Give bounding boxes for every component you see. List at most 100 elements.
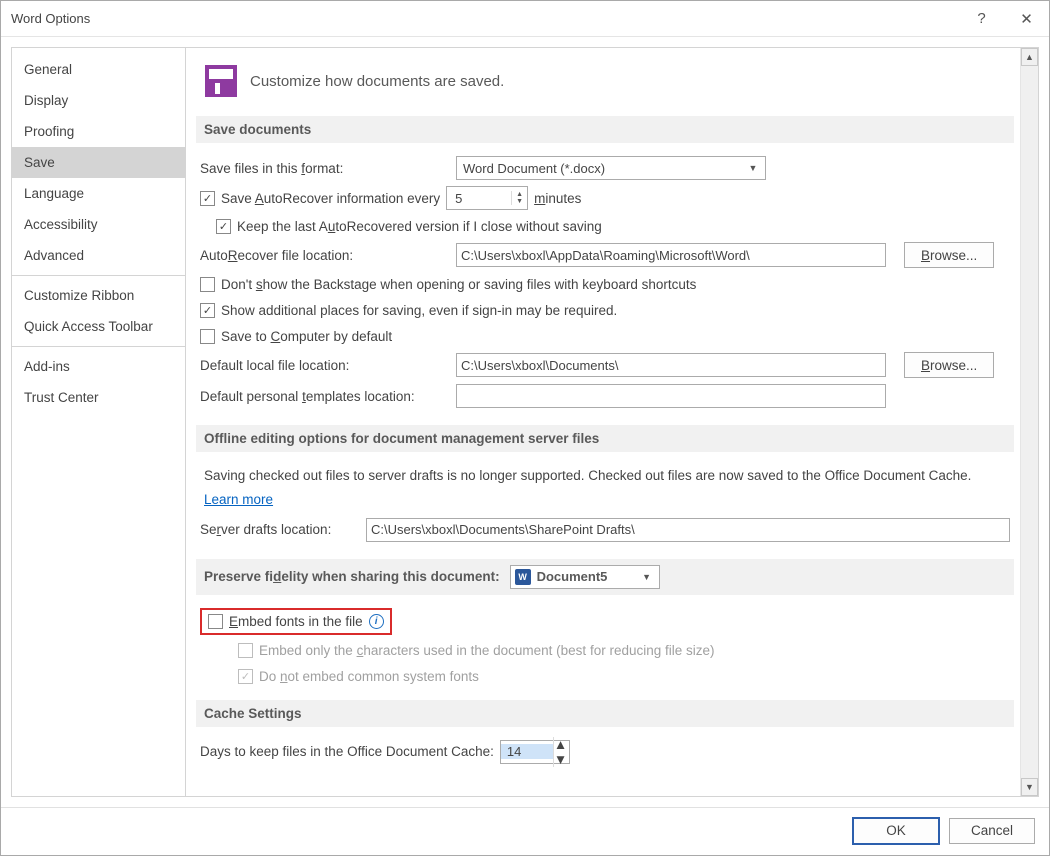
default-local-input[interactable]: C:\Users\xboxl\Documents\: [456, 353, 886, 377]
row-keep-last: ✓ Keep the last AutoRecovered version if…: [196, 213, 1014, 239]
sidebar-item-proofing[interactable]: Proofing: [12, 116, 185, 147]
spin-up-icon[interactable]: ▲: [554, 737, 569, 752]
dialog-body: General Display Proofing Save Language A…: [1, 37, 1049, 807]
chevron-down-icon: ▼: [745, 163, 761, 173]
default-personal-input[interactable]: [456, 384, 886, 408]
sidebar-item-accessibility[interactable]: Accessibility: [12, 209, 185, 240]
preserve-fidelity-label: Preserve fidelity when sharing this docu…: [204, 569, 500, 584]
keep-last-label: Keep the last AutoRecovered version if I…: [237, 219, 602, 234]
preserve-document-dropdown[interactable]: W Document5 ▼: [510, 565, 660, 589]
row-embed-only-chars: Embed only the characters used in the do…: [196, 638, 1014, 664]
offline-editing-text: Saving checked out files to server draft…: [196, 462, 1014, 490]
scroll-area: Customize how documents are saved. Save …: [186, 48, 1020, 796]
row-default-local: Default local file location: C:\Users\xb…: [196, 349, 1014, 381]
sidebar-item-add-ins[interactable]: Add-ins: [12, 351, 185, 382]
help-icon: ?: [977, 10, 985, 27]
save-format-dropdown[interactable]: Word Document (*.docx) ▼: [456, 156, 766, 180]
save-to-computer-checkbox[interactable]: [200, 329, 215, 344]
sidebar-item-customize-ribbon[interactable]: Customize Ribbon: [12, 280, 185, 311]
sidebar: General Display Proofing Save Language A…: [11, 47, 186, 797]
row-autorecover-location: AutoRecover file location: C:\Users\xbox…: [196, 239, 1014, 271]
show-additional-checkbox[interactable]: ✓: [200, 303, 215, 318]
row-default-personal: Default personal templates location:: [196, 381, 1014, 411]
page-header: Customize how documents are saved.: [196, 58, 1014, 112]
titlebar: Word Options ? ✕: [1, 1, 1049, 37]
cancel-button[interactable]: Cancel: [949, 818, 1035, 844]
cache-days-label: Days to keep files in the Office Documen…: [200, 744, 494, 759]
spin-down-icon[interactable]: ▼: [554, 752, 569, 767]
keep-last-checkbox[interactable]: ✓: [216, 219, 231, 234]
dialog-title: Word Options: [11, 11, 90, 26]
row-cache-days: Days to keep files in the Office Documen…: [196, 737, 1014, 767]
save-format-value: Word Document (*.docx): [463, 161, 605, 176]
autorecover-minutes-value: 5: [447, 191, 511, 206]
scroll-track[interactable]: [1021, 66, 1038, 778]
row-dont-show-backstage: Don't show the Backstage when opening or…: [196, 271, 1014, 297]
save-icon: [204, 64, 238, 98]
section-cache-settings: Cache Settings: [196, 700, 1014, 727]
row-embed-fonts: Embed fonts in the file i: [196, 605, 1014, 638]
sidebar-item-advanced[interactable]: Advanced: [12, 240, 185, 271]
row-show-additional: ✓ Show additional places for saving, eve…: [196, 297, 1014, 323]
ok-button[interactable]: OK: [853, 818, 939, 844]
close-icon: ✕: [1020, 10, 1033, 28]
scroll-up-icon[interactable]: ▲: [1021, 48, 1038, 66]
learn-more-link[interactable]: Learn more: [204, 492, 273, 507]
cache-days-value: 14: [501, 744, 553, 759]
show-additional-label: Show additional places for saving, even …: [221, 303, 617, 318]
save-to-computer-label: Save to Computer by default: [221, 329, 392, 344]
autorecover-location-input[interactable]: C:\Users\xboxl\AppData\Roaming\Microsoft…: [456, 243, 886, 267]
chevron-down-icon: ▼: [639, 572, 655, 582]
embed-only-chars-label: Embed only the characters used in the do…: [259, 643, 715, 658]
preserve-document-value: Document5: [537, 569, 608, 584]
info-icon[interactable]: i: [369, 614, 384, 629]
autorecover-checkbox[interactable]: ✓: [200, 191, 215, 206]
sidebar-separator: [12, 275, 185, 276]
server-drafts-input[interactable]: C:\Users\xboxl\Documents\SharePoint Draf…: [366, 518, 1010, 542]
embed-fonts-label: Embed fonts in the file: [229, 614, 363, 629]
sidebar-item-quick-access[interactable]: Quick Access Toolbar: [12, 311, 185, 342]
save-format-label: Save files in this format:: [200, 161, 450, 176]
server-drafts-label: Server drafts location:: [200, 522, 360, 537]
row-save-to-computer: Save to Computer by default: [196, 323, 1014, 349]
spin-down-icon[interactable]: ▼: [512, 198, 527, 205]
embed-fonts-highlight: Embed fonts in the file i: [200, 608, 392, 635]
sidebar-item-general[interactable]: General: [12, 54, 185, 85]
autorecover-minutes-spinner[interactable]: 5 ▲▼: [446, 186, 528, 210]
default-local-browse-button[interactable]: Browse...: [904, 352, 994, 378]
sidebar-item-display[interactable]: Display: [12, 85, 185, 116]
word-document-icon: W: [515, 569, 531, 585]
scroll-down-icon[interactable]: ▼: [1021, 778, 1038, 796]
row-server-drafts: Server drafts location: C:\Users\xboxl\D…: [196, 515, 1014, 545]
embed-fonts-checkbox[interactable]: [208, 614, 223, 629]
main-panel: Customize how documents are saved. Save …: [186, 47, 1039, 797]
dont-show-backstage-label: Don't show the Backstage when opening or…: [221, 277, 696, 292]
page-header-text: Customize how documents are saved.: [250, 73, 504, 90]
close-button[interactable]: ✕: [1004, 1, 1049, 37]
do-not-embed-checkbox: ✓: [238, 669, 253, 684]
row-do-not-embed: ✓ Do not embed common system fonts: [196, 664, 1014, 690]
default-personal-label: Default personal templates location:: [200, 389, 450, 404]
dialog-footer: OK Cancel: [1, 807, 1049, 855]
row-save-format: Save files in this format: Word Document…: [196, 153, 1014, 183]
vertical-scrollbar[interactable]: ▲ ▼: [1020, 48, 1038, 796]
help-button[interactable]: ?: [959, 1, 1004, 37]
section-offline-editing: Offline editing options for document man…: [196, 425, 1014, 452]
dont-show-backstage-checkbox[interactable]: [200, 277, 215, 292]
autorecover-location-label: AutoRecover file location:: [200, 248, 450, 263]
cache-days-spinner[interactable]: 14 ▲▼: [500, 740, 570, 764]
spin-up-icon[interactable]: ▲: [512, 191, 527, 198]
row-autorecover: ✓ Save AutoRecover information every 5 ▲…: [196, 183, 1014, 213]
sidebar-item-save[interactable]: Save: [12, 147, 185, 178]
autorecover-label: Save AutoRecover information every: [221, 191, 440, 206]
autorecover-browse-button[interactable]: Browse...: [904, 242, 994, 268]
sidebar-item-language[interactable]: Language: [12, 178, 185, 209]
section-save-documents: Save documents: [196, 116, 1014, 143]
embed-only-chars-checkbox: [238, 643, 253, 658]
sidebar-item-trust-center[interactable]: Trust Center: [12, 382, 185, 413]
word-options-dialog: Word Options ? ✕ General Display Proofin…: [0, 0, 1050, 856]
section-preserve-fidelity: Preserve fidelity when sharing this docu…: [196, 559, 1014, 595]
do-not-embed-label: Do not embed common system fonts: [259, 669, 479, 684]
minutes-label: minutes: [534, 191, 581, 206]
sidebar-separator: [12, 346, 185, 347]
